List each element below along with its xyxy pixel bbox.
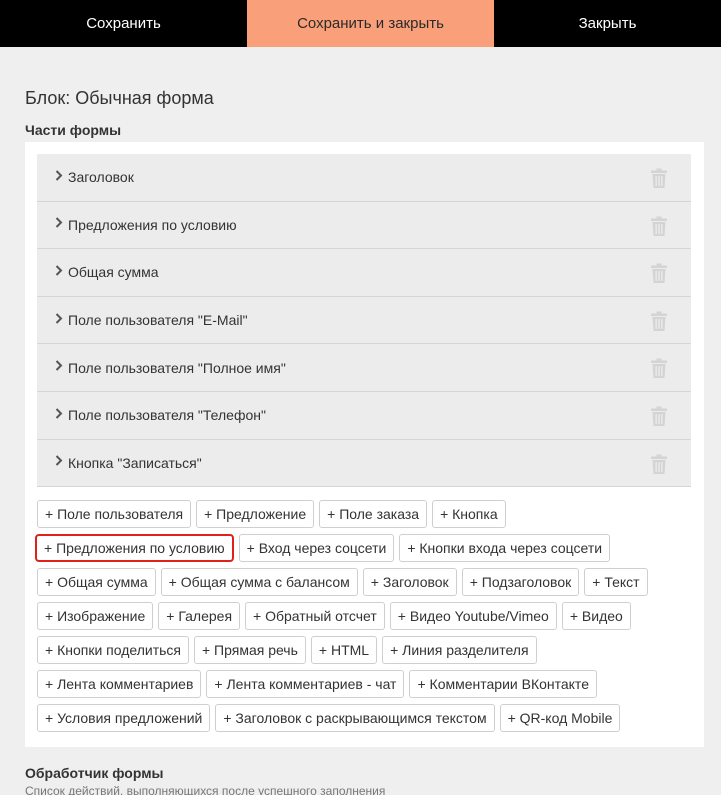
add-buttons-row: + Предложения по условию + Вход через соц… — [35, 534, 677, 562]
add-part-button[interactable]: + Видео — [561, 602, 631, 630]
chevron-right-icon — [55, 407, 68, 422]
form-part-item[interactable]: Кнопка "Записаться" — [37, 439, 691, 488]
add-part-button[interactable]: + Предложение — [196, 500, 315, 528]
trash-icon[interactable] — [651, 358, 667, 379]
add-buttons-row: + Изображение + Галерея + Обратный отсчет +… — [37, 602, 677, 630]
add-part-button[interactable]: + Заголовок — [362, 568, 457, 596]
close-button[interactable]: Закрыть — [494, 0, 721, 47]
add-part-button[interactable]: + Общая сумма с балансом — [160, 568, 358, 596]
add-part-button[interactable]: + Кнопки входа через соцсети — [399, 534, 611, 562]
add-part-button[interactable]: + Общая сумма — [37, 568, 156, 596]
add-part-button[interactable]: + Лента комментариев — [37, 670, 202, 698]
save-and-close-button[interactable]: Сохранить и закрыть — [247, 0, 494, 47]
add-part-button[interactable]: + Линия разделителя — [382, 636, 537, 664]
add-buttons-row: + Поле пользователя + Предложение + Поле з… — [37, 500, 677, 528]
toolbar: Сохранить Сохранить и закрыть Закрыть — [0, 0, 721, 47]
handler-description: Список действий, выполняющихся после усп… — [25, 784, 386, 795]
form-part-item[interactable]: Поле пользователя "E-Mail" — [37, 296, 691, 345]
add-part-button[interactable]: + Текст — [584, 568, 648, 596]
form-part-item[interactable]: Поле пользователя "Телефон" — [37, 391, 691, 440]
add-buttons-row: + Общая сумма + Общая сумма с балансом + З… — [37, 568, 677, 596]
chevron-right-icon — [55, 359, 68, 374]
handler-section-title: Обработчик формы — [25, 765, 164, 781]
form-part-label: Общая сумма — [68, 264, 159, 281]
trash-icon[interactable] — [651, 454, 667, 474]
form-part-label: Поле пользователя "Полное имя" — [68, 359, 286, 376]
form-part-item[interactable]: Общая сумма — [37, 249, 691, 297]
chevron-right-icon — [55, 216, 68, 231]
add-buttons-row: + Условия предложений + Заголовок с раскр… — [37, 704, 677, 732]
form-part-label: Поле пользователя "E-Mail" — [68, 312, 248, 329]
save-button[interactable]: Сохранить — [0, 0, 247, 47]
add-part-button[interactable]: + HTML — [310, 636, 378, 664]
add-part-button[interactable]: + Прямая речь — [193, 636, 306, 664]
trash-icon[interactable] — [651, 406, 667, 426]
trash-icon[interactable] — [651, 263, 667, 284]
form-parts-panel: Заголовок Предложения по условию Общая сум… — [25, 142, 704, 747]
add-part-button[interactable]: + Комментарии ВКонтакте — [409, 670, 597, 698]
form-part-label: Кнопка "Записаться" — [68, 454, 202, 471]
add-part-button[interactable]: + Изображение — [37, 602, 154, 630]
add-buttons-row: + Лента комментариев + Лента комментариев… — [37, 670, 677, 698]
add-part-button[interactable]: + Кнопки поделиться — [37, 636, 189, 664]
chevron-right-icon — [55, 312, 68, 327]
add-part-button[interactable]: + Вход через соцсети — [238, 534, 395, 562]
add-part-button[interactable]: + Заголовок с раскрывающимся текстом — [215, 704, 495, 732]
add-part-button[interactable]: + Кнопка — [432, 500, 506, 528]
add-part-button[interactable]: + Обратный отсчет — [245, 602, 385, 630]
add-part-button[interactable]: + Поле заказа — [319, 500, 428, 528]
page-title: Блок: Обычная форма — [25, 88, 214, 108]
add-part-button[interactable]: + Подзаголовок — [461, 568, 580, 596]
chevron-right-icon — [55, 264, 68, 279]
form-part-label: Заголовок — [68, 169, 134, 186]
add-part-button[interactable]: + Условия предложений — [37, 704, 211, 732]
add-part-buttons: + Поле пользователя + Предложение + Поле з… — [35, 500, 677, 738]
form-part-item[interactable]: Заголовок — [37, 154, 691, 202]
add-part-button[interactable]: + QR-код Mobile — [499, 704, 621, 732]
form-part-item[interactable]: Поле пользователя "Полное имя" — [37, 344, 691, 392]
add-buttons-row: + Кнопки поделиться + Прямая речь + HTML + … — [37, 636, 677, 664]
form-part-label: Поле пользователя "Телефон" — [68, 407, 266, 424]
add-part-button[interactable]: + Предложения по условию — [35, 534, 234, 562]
trash-icon[interactable] — [651, 168, 667, 188]
add-part-button[interactable]: + Видео Youtube/Vimeo — [389, 602, 557, 630]
add-part-button[interactable]: + Поле пользователя — [37, 500, 192, 528]
trash-icon[interactable] — [651, 216, 667, 236]
form-part-label: Предложения по условию — [68, 216, 237, 233]
add-part-button[interactable]: + Лента комментариев - чат — [206, 670, 405, 698]
chevron-right-icon — [55, 169, 68, 184]
form-part-item[interactable]: Предложения по условию — [37, 201, 691, 250]
add-part-button[interactable]: + Галерея — [158, 602, 241, 630]
trash-icon[interactable] — [651, 311, 667, 331]
chevron-right-icon — [55, 454, 68, 469]
form-parts-list: Заголовок Предложения по условию Общая сум… — [37, 154, 691, 488]
parts-section-title: Части формы — [25, 122, 122, 138]
